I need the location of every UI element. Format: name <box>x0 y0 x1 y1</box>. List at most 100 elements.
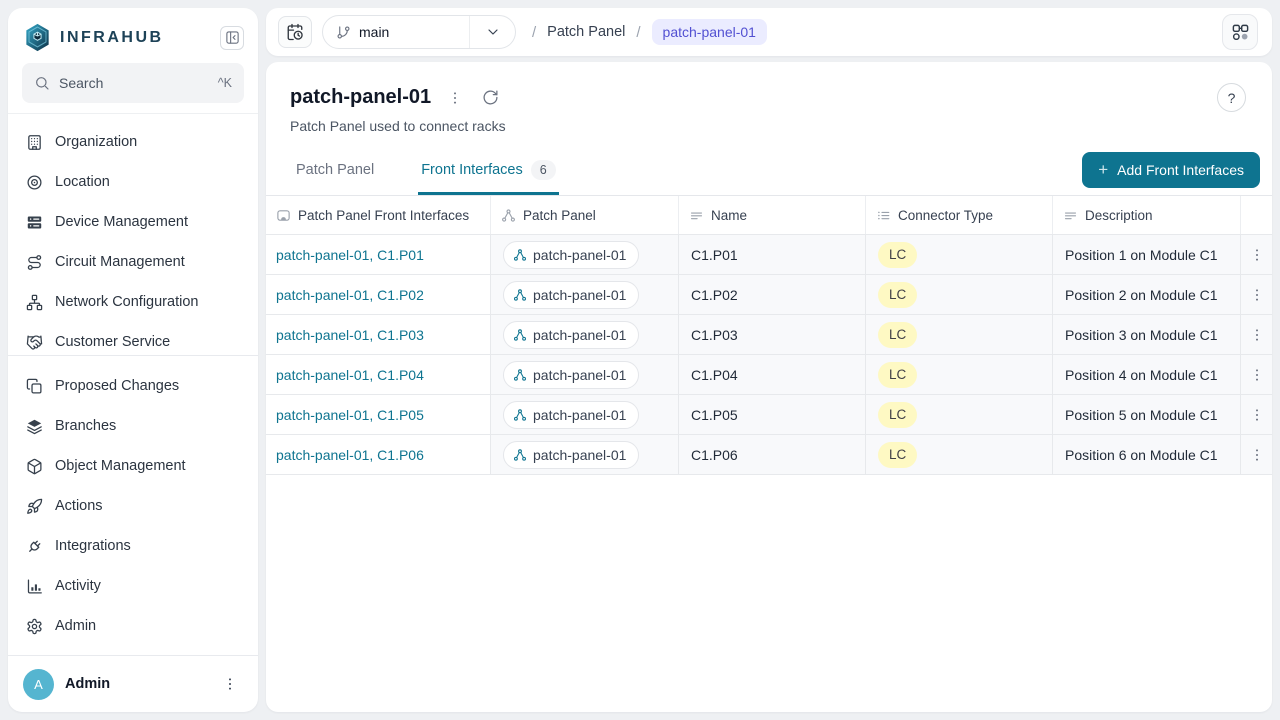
topbar: main / Patch Panel / patch-panel-01 <box>266 8 1272 56</box>
tab-count-badge: 6 <box>531 160 556 180</box>
relation-icon <box>513 448 527 462</box>
row-actions-button[interactable] <box>1243 441 1271 469</box>
sidebar: INFRAHUB Search ^K Organization Location… <box>8 8 258 712</box>
table-row: patch-panel-01, C1.P03 patch-panel-01 C1… <box>266 315 1272 355</box>
search-input[interactable]: Search ^K <box>22 63 244 103</box>
relation-icon <box>513 288 527 302</box>
table-row: patch-panel-01, C1.P01 patch-panel-01 C1… <box>266 235 1272 275</box>
sidebar-item-organization[interactable]: Organization <box>16 122 250 162</box>
page-title: patch-panel-01 <box>290 86 431 109</box>
sidebar-item-location[interactable]: Location <box>16 162 250 202</box>
building-icon <box>26 134 43 151</box>
relation-icon <box>501 208 516 223</box>
breadcrumb: / Patch Panel / patch-panel-01 <box>532 19 767 45</box>
tabs: Patch Panel Front Interfaces 6 + Add Fro… <box>266 147 1272 196</box>
sidebar-item-activity[interactable]: Activity <box>16 566 250 606</box>
patch-panel-badge[interactable]: patch-panel-01 <box>503 361 639 389</box>
layers-icon <box>26 418 43 435</box>
search-icon <box>34 75 50 91</box>
sidebar-item-circuit-management[interactable]: Circuit Management <box>16 242 250 282</box>
refresh-button[interactable] <box>479 87 501 109</box>
breadcrumb-patch-panel-01[interactable]: patch-panel-01 <box>652 19 767 45</box>
time-travel-button[interactable] <box>278 16 312 48</box>
avatar: A <box>23 669 54 700</box>
title-menu-button[interactable] <box>444 87 466 109</box>
list-icon <box>876 208 891 223</box>
task-manager-button[interactable] <box>1222 14 1258 50</box>
user-name: Admin <box>65 676 110 692</box>
column-header-name: Name <box>679 196 866 234</box>
sidebar-nav-secondary: Proposed Changes Branches Object Managem… <box>8 356 258 654</box>
name-cell: C1.P05 <box>691 407 738 423</box>
brand-name: INFRAHUB <box>60 29 164 47</box>
text-icon <box>1063 208 1078 223</box>
interface-link[interactable]: patch-panel-01, C1.P05 <box>276 407 424 423</box>
kebab-icon <box>1249 287 1265 303</box>
sidebar-item-integrations[interactable]: Integrations <box>16 526 250 566</box>
front-interfaces-table: Patch Panel Front Interfaces Patch Panel… <box>266 196 1272 475</box>
user-menu-button[interactable] <box>217 671 243 697</box>
row-actions-button[interactable] <box>1243 361 1271 389</box>
row-actions-button[interactable] <box>1243 281 1271 309</box>
handshake-icon <box>26 334 43 351</box>
sidebar-item-branches[interactable]: Branches <box>16 406 250 446</box>
object-card-icon <box>276 208 291 223</box>
sidebar-nav-primary: Organization Location Device Management … <box>8 113 258 356</box>
interface-link[interactable]: patch-panel-01, C1.P01 <box>276 247 424 263</box>
branch-current[interactable]: main <box>323 16 469 48</box>
patch-panel-badge[interactable]: patch-panel-01 <box>503 401 639 429</box>
table-row: patch-panel-01, C1.P05 patch-panel-01 C1… <box>266 395 1272 435</box>
patch-panel-badge[interactable]: patch-panel-01 <box>503 441 639 469</box>
interface-link[interactable]: patch-panel-01, C1.P04 <box>276 367 424 383</box>
interface-link[interactable]: patch-panel-01, C1.P02 <box>276 287 424 303</box>
interface-link[interactable]: patch-panel-01, C1.P06 <box>276 447 424 463</box>
branch-name: main <box>359 24 389 40</box>
connector-type-badge: LC <box>878 282 917 308</box>
name-cell: C1.P01 <box>691 247 738 263</box>
breadcrumb-separator: / <box>636 24 640 41</box>
kebab-icon <box>1249 327 1265 343</box>
kebab-icon <box>222 676 238 692</box>
breadcrumb-patch-panel[interactable]: Patch Panel <box>547 24 625 40</box>
add-front-interfaces-button[interactable]: + Add Front Interfaces <box>1082 152 1260 188</box>
sidebar-item-device-management[interactable]: Device Management <box>16 202 250 242</box>
relation-icon <box>513 248 527 262</box>
apps-icon <box>1231 23 1250 42</box>
user-section: A Admin <box>8 655 258 712</box>
content-card: patch-panel-01 Patch Panel used to conne… <box>266 62 1272 712</box>
row-actions-button[interactable] <box>1243 321 1271 349</box>
row-actions-button[interactable] <box>1243 401 1271 429</box>
description-cell: Position 4 on Module C1 <box>1065 367 1218 383</box>
chevron-down-icon <box>485 24 501 40</box>
help-button[interactable]: ? <box>1217 83 1246 112</box>
git-branch-icon <box>336 25 351 40</box>
branch-dropdown-toggle[interactable] <box>469 16 515 48</box>
row-actions-button[interactable] <box>1243 241 1271 269</box>
sidebar-item-network-configuration[interactable]: Network Configuration <box>16 282 250 322</box>
name-cell: C1.P03 <box>691 327 738 343</box>
location-icon <box>26 174 43 191</box>
column-header-connector-type: Connector Type <box>866 196 1053 234</box>
branch-selector[interactable]: main <box>322 15 516 49</box>
patch-panel-badge[interactable]: patch-panel-01 <box>503 241 639 269</box>
patch-panel-badge[interactable]: patch-panel-01 <box>503 321 639 349</box>
description-cell: Position 6 on Module C1 <box>1065 447 1218 463</box>
search-placeholder: Search <box>59 75 209 91</box>
sidebar-item-proposed-changes[interactable]: Proposed Changes <box>16 366 250 406</box>
sidebar-item-object-management[interactable]: Object Management <box>16 446 250 486</box>
connector-type-badge: LC <box>878 402 917 428</box>
patch-panel-badge[interactable]: patch-panel-01 <box>503 281 639 309</box>
panel-collapse-icon <box>225 30 240 45</box>
tab-front-interfaces[interactable]: Front Interfaces 6 <box>418 147 559 195</box>
sidebar-item-actions[interactable]: Actions <box>16 486 250 526</box>
network-icon <box>26 294 43 311</box>
sidebar-item-admin[interactable]: Admin <box>16 606 250 646</box>
interface-link[interactable]: patch-panel-01, C1.P03 <box>276 327 424 343</box>
server-icon <box>26 214 43 231</box>
sidebar-collapse-button[interactable] <box>220 26 244 50</box>
page-subtitle: Patch Panel used to connect racks <box>290 118 1248 134</box>
tab-patch-panel[interactable]: Patch Panel <box>293 147 377 195</box>
sidebar-item-customer-service[interactable]: Customer Service <box>16 322 250 356</box>
relation-icon <box>513 408 527 422</box>
breadcrumb-separator: / <box>532 24 536 41</box>
